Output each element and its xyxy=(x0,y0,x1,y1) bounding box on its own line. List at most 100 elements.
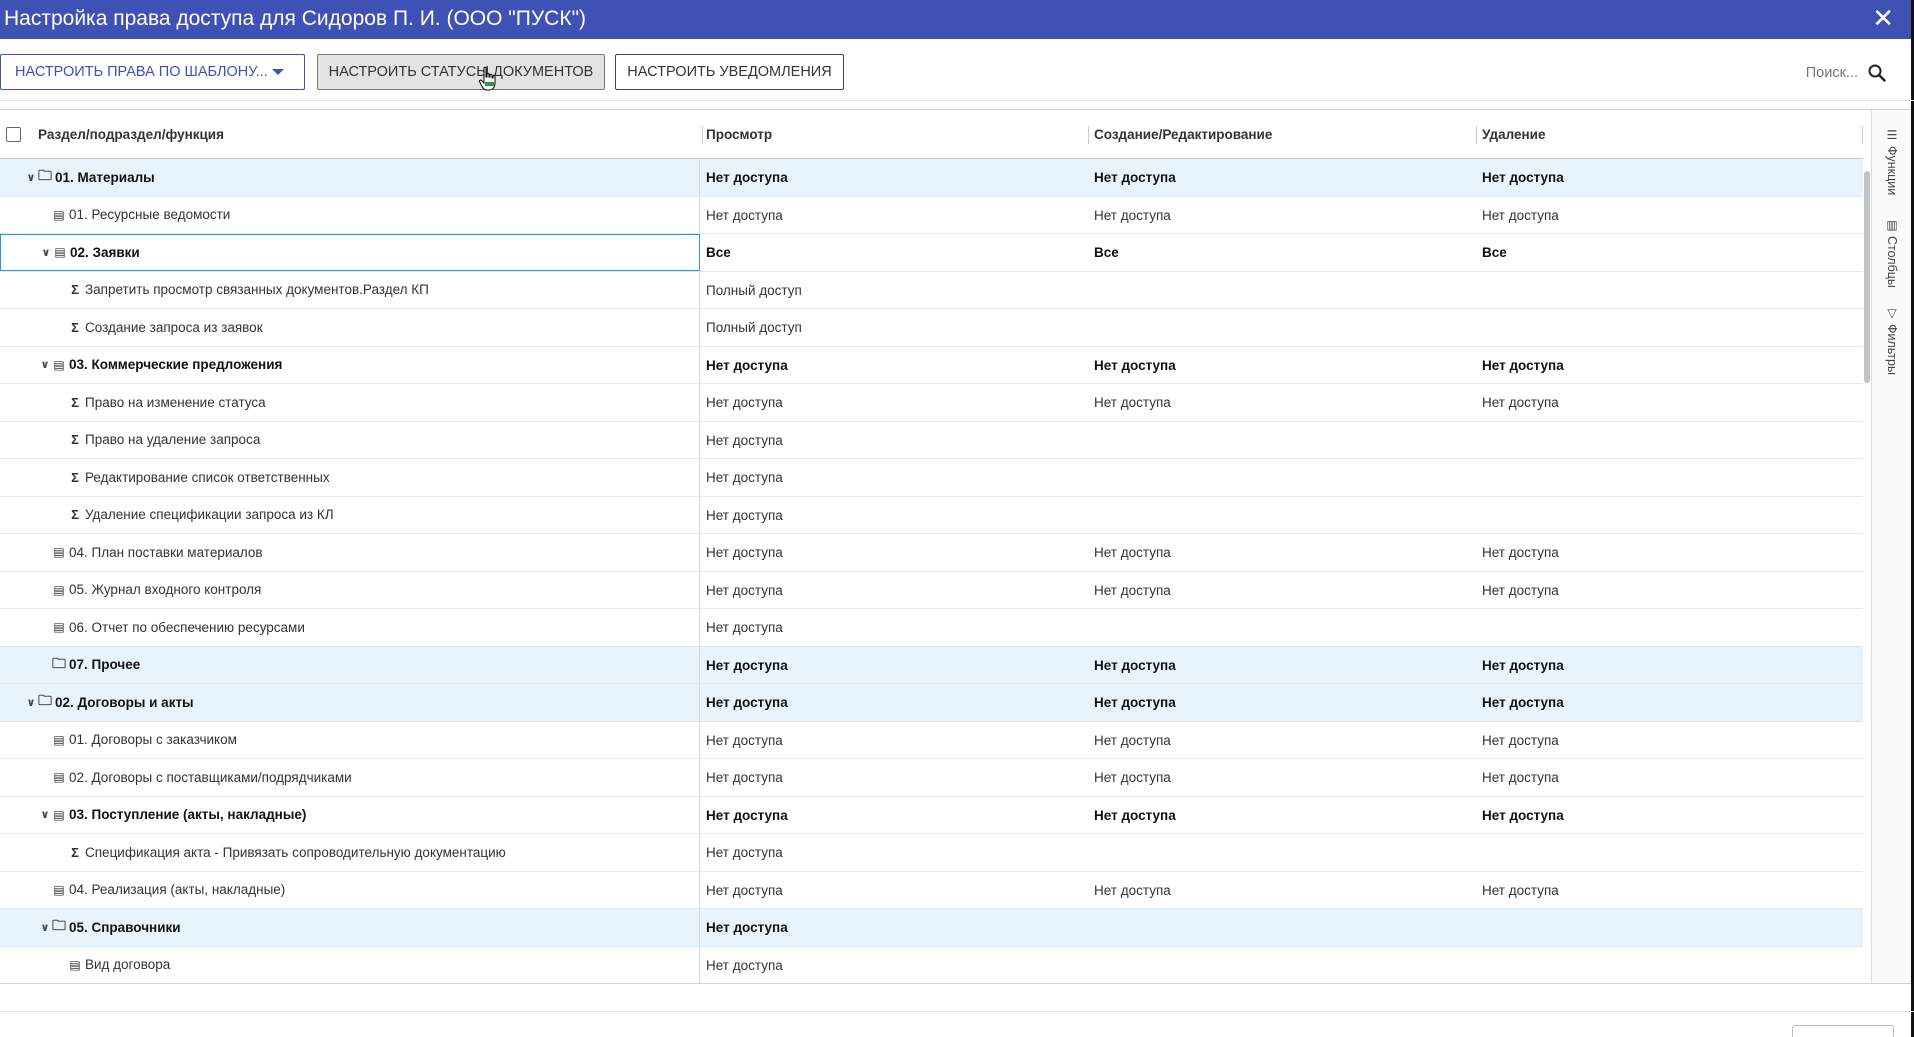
table-row[interactable]: Σ Право на изменение статуса Нет доступа Не… xyxy=(0,384,1863,422)
section-cell[interactable]: ∨ ▤ 03. Поступление (акты, накладные) xyxy=(0,796,700,833)
view-permission-cell[interactable]: Нет доступа xyxy=(706,170,788,185)
delete-permission-cell[interactable]: Нет доступа xyxy=(1482,545,1559,560)
table-row[interactable]: Σ Запретить просмотр связанных документов… xyxy=(0,271,1863,309)
table-row[interactable]: 🗀 07. Прочее Нет доступа Нет доступа Нет дос… xyxy=(0,646,1863,684)
view-permission-cell[interactable]: Нет доступа xyxy=(706,433,783,448)
section-cell[interactable]: Σ Право на изменение статуса xyxy=(0,384,700,421)
column-header-view[interactable]: Просмотр xyxy=(706,127,772,142)
view-permission-cell[interactable]: Нет доступа xyxy=(706,208,783,223)
view-permission-cell[interactable]: Нет доступа xyxy=(706,770,783,785)
table-row[interactable]: ▤ Вид договора Нет доступа xyxy=(0,946,1863,983)
template-rights-dropdown[interactable]: НАСТРОИТЬ ПРАВА ПО ШАБЛОНУ... xyxy=(0,54,305,90)
section-cell[interactable]: Σ Спецификация акта - Привязать сопроводи… xyxy=(0,834,700,871)
chevron-down-icon[interactable]: ∨ xyxy=(24,696,38,709)
view-permission-cell[interactable]: Нет доступа xyxy=(706,508,783,523)
section-cell[interactable]: ∨ 🗀 05. Справочники xyxy=(0,909,700,946)
table-row[interactable]: ▤ 01. Ресурсные ведомости Нет доступа Нет д… xyxy=(0,196,1863,234)
section-cell[interactable]: Σ Запретить просмотр связанных документов… xyxy=(0,271,700,308)
section-cell[interactable]: ∨ 🗀 01. Материалы xyxy=(0,159,700,196)
table-row[interactable]: ∨ 🗀 01. Материалы Нет доступа Нет доступа Нет… xyxy=(0,159,1863,197)
section-cell[interactable]: ▤ 02. Договоры с поставщиками/подрядчикам… xyxy=(0,759,700,796)
column-header-delete[interactable]: Удаление xyxy=(1482,127,1546,142)
edit-permission-cell[interactable]: Нет доступа xyxy=(1094,808,1176,823)
view-permission-cell[interactable]: Нет доступа xyxy=(706,695,788,710)
view-permission-cell[interactable]: Нет доступа xyxy=(706,808,788,823)
table-row[interactable]: Σ Удаление спецификации запроса из КЛ Нет … xyxy=(0,496,1863,534)
edit-permission-cell[interactable]: Нет доступа xyxy=(1094,208,1171,223)
view-permission-cell[interactable]: Нет доступа xyxy=(706,358,788,373)
delete-permission-cell[interactable]: Нет доступа xyxy=(1482,695,1564,710)
delete-permission-cell[interactable]: Нет доступа xyxy=(1482,170,1564,185)
side-tab-columns[interactable]: ▥ Столбцы xyxy=(1881,218,1903,288)
section-cell[interactable]: ▤ 04. План поставки материалов xyxy=(0,534,700,571)
chevron-down-icon[interactable]: ∨ xyxy=(38,358,52,371)
section-cell[interactable]: Σ Право на удаление запроса xyxy=(0,421,700,458)
select-all-checkbox[interactable] xyxy=(6,127,21,142)
edit-permission-cell[interactable]: Нет доступа xyxy=(1094,170,1176,185)
search-input[interactable] xyxy=(1763,65,1858,81)
notifications-button[interactable]: НАСТРОИТЬ УВЕДОМЛЕНИЯ xyxy=(615,54,844,90)
edit-permission-cell[interactable]: Нет доступа xyxy=(1094,545,1171,560)
delete-permission-cell[interactable]: Все xyxy=(1482,245,1507,260)
delete-permission-cell[interactable]: Нет доступа xyxy=(1482,583,1559,598)
document-statuses-button[interactable]: НАСТРОИТЬ СТАТУСЫ ДОКУМЕНТОВ xyxy=(317,54,605,90)
table-row[interactable]: ▤ 02. Договоры с поставщиками/подрядчикам… xyxy=(0,759,1863,797)
search-icon[interactable] xyxy=(1868,64,1886,82)
section-cell[interactable]: ▤ 06. Отчет по обеспечению ресурсами xyxy=(0,609,700,646)
close-icon[interactable]: ✕ xyxy=(1872,5,1894,31)
column-separator[interactable] xyxy=(1088,126,1089,144)
table-row[interactable]: ∨ 🗀 05. Справочники Нет доступа xyxy=(0,909,1863,947)
edit-permission-cell[interactable]: Нет доступа xyxy=(1094,583,1171,598)
table-row[interactable]: ▤ 04. Реализация (акты, накладные) Нет дос… xyxy=(0,871,1863,909)
table-row[interactable]: Σ Создание запроса из заявок Полный доступ xyxy=(0,309,1863,347)
delete-permission-cell[interactable]: Нет доступа xyxy=(1482,208,1559,223)
table-row[interactable]: ▤ 01. Договоры с заказчиком Нет доступа Нет… xyxy=(0,721,1863,759)
table-row[interactable]: Σ Право на удаление запроса Нет доступа xyxy=(0,421,1863,459)
table-row[interactable]: ▤ 06. Отчет по обеспечению ресурсами Нет д… xyxy=(0,609,1863,647)
delete-permission-cell[interactable]: Нет доступа xyxy=(1482,770,1559,785)
view-permission-cell[interactable]: Нет доступа xyxy=(706,395,783,410)
section-cell[interactable]: ▤ 04. Реализация (акты, накладные) xyxy=(0,871,700,908)
section-cell[interactable]: ▤ 01. Ресурсные ведомости xyxy=(0,196,700,233)
table-row[interactable]: ∨ ▤ 03. Поступление (акты, накладные) Нет д… xyxy=(0,796,1863,834)
edit-permission-cell[interactable]: Нет доступа xyxy=(1094,695,1176,710)
chevron-down-icon[interactable]: ∨ xyxy=(38,808,52,821)
table-row[interactable]: Σ Редактирование список ответственных Нет … xyxy=(0,459,1863,497)
view-permission-cell[interactable]: Полный доступ xyxy=(706,283,802,298)
view-permission-cell[interactable]: Нет доступа xyxy=(706,620,783,635)
delete-permission-cell[interactable]: Нет доступа xyxy=(1482,658,1564,673)
chevron-down-icon[interactable]: ∨ xyxy=(39,246,53,259)
section-cell[interactable]: ▤ 05. Журнал входного контроля xyxy=(0,571,700,608)
view-permission-cell[interactable]: Нет доступа xyxy=(706,545,783,560)
view-permission-cell[interactable]: Нет доступа xyxy=(706,583,783,598)
delete-permission-cell[interactable]: Нет доступа xyxy=(1482,883,1559,898)
view-permission-cell[interactable]: Нет доступа xyxy=(706,845,783,860)
view-permission-cell[interactable]: Нет доступа xyxy=(706,958,783,973)
column-header-section[interactable]: Раздел/подраздел/функция xyxy=(38,127,224,142)
table-row[interactable]: ∨ ▤ 03. Коммерческие предложения Нет доступ… xyxy=(0,346,1863,384)
view-permission-cell[interactable]: Нет доступа xyxy=(706,920,788,935)
section-cell[interactable]: ∨ ▤ 02. Заявки xyxy=(0,234,700,271)
edit-permission-cell[interactable]: Все xyxy=(1094,245,1119,260)
column-separator[interactable] xyxy=(702,126,703,144)
view-permission-cell[interactable]: Все xyxy=(706,245,731,260)
table-row[interactable]: ▤ 04. План поставки материалов Нет доступа… xyxy=(0,534,1863,572)
column-separator[interactable] xyxy=(1862,126,1863,144)
table-row[interactable]: ∨ 🗀 02. Договоры и акты Нет доступа Нет дост… xyxy=(0,684,1863,722)
section-cell[interactable]: Σ Удаление спецификации запроса из КЛ xyxy=(0,496,700,533)
view-permission-cell[interactable]: Нет доступа xyxy=(706,883,783,898)
chevron-down-icon[interactable]: ∨ xyxy=(24,171,38,184)
delete-permission-cell[interactable]: Нет доступа xyxy=(1482,808,1564,823)
delete-permission-cell[interactable]: Нет доступа xyxy=(1482,358,1564,373)
section-cell[interactable]: Σ Создание запроса из заявок xyxy=(0,309,700,346)
section-cell[interactable]: Σ Редактирование список ответственных xyxy=(0,459,700,496)
edit-permission-cell[interactable]: Нет доступа xyxy=(1094,395,1171,410)
side-tab-filters[interactable]: ▽ Фильтры xyxy=(1881,306,1903,375)
view-permission-cell[interactable]: Нет доступа xyxy=(706,733,783,748)
view-permission-cell[interactable]: Полный доступ xyxy=(706,320,802,335)
edit-permission-cell[interactable]: Нет доступа xyxy=(1094,358,1176,373)
table-row[interactable]: Σ Спецификация акта - Привязать сопроводи… xyxy=(0,834,1863,872)
footer-button[interactable] xyxy=(1792,1025,1894,1037)
vertical-scrollbar[interactable] xyxy=(1863,159,1871,983)
edit-permission-cell[interactable]: Нет доступа xyxy=(1094,733,1171,748)
